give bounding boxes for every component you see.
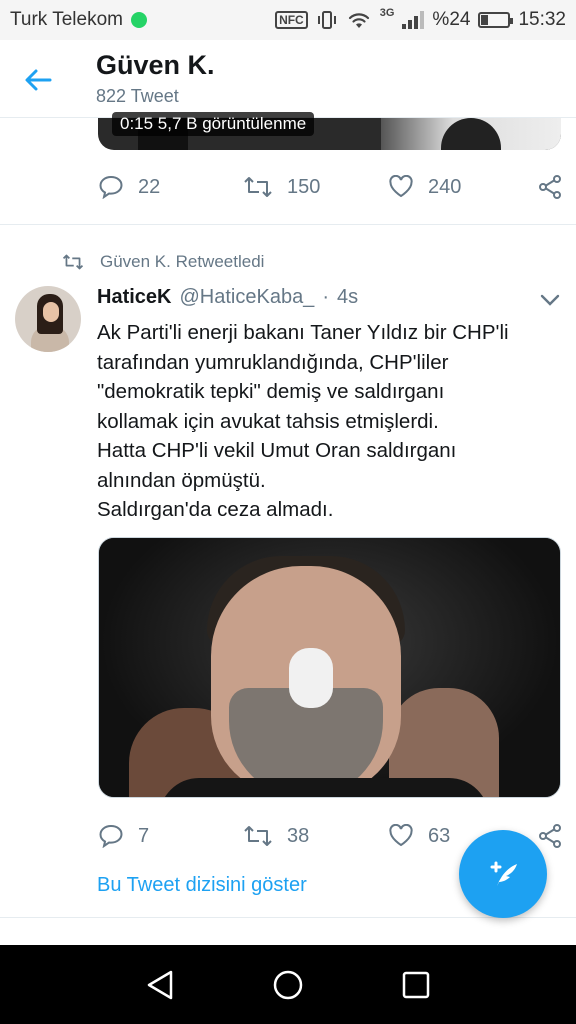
nfc-icon: NFC xyxy=(275,11,308,29)
retweet-icon xyxy=(244,177,272,197)
profile-header: Güven K. 822 Tweet xyxy=(0,40,576,118)
avatar[interactable] xyxy=(15,286,81,352)
signal-icon xyxy=(402,11,425,29)
retweeted-by-label: Güven K. Retweetledi xyxy=(100,252,265,271)
reply-button[interactable]: 7 xyxy=(98,824,243,848)
previous-tweet-actions: 22 150 240 xyxy=(98,172,563,202)
circle-home-icon xyxy=(273,970,303,1000)
nav-home-button[interactable] xyxy=(268,965,308,1005)
retweet-icon xyxy=(244,826,272,846)
reply-button[interactable]: 22 xyxy=(98,175,243,199)
share-button[interactable] xyxy=(537,823,563,849)
tweet-text-line: Ak Parti'li enerji bakanı Taner Yıldız b… xyxy=(97,321,509,344)
battery-icon xyxy=(478,12,514,28)
video-views-badge: 0:15 5,7 B görüntülenme xyxy=(112,112,315,136)
tweet-text-line: kollamak için avukat tahsis etmişlerdi. xyxy=(97,409,439,433)
tweet-text-line: Hatta CHP'li vekil Umut Oran saldırganı xyxy=(97,439,457,462)
reply-icon xyxy=(99,824,123,848)
reply-count: 22 xyxy=(138,175,161,198)
battery-percent: %24 xyxy=(432,9,471,30)
tweet-text: Ak Parti'li enerji bakanı Taner Yıldız b… xyxy=(97,318,557,525)
chevron-down-icon xyxy=(540,294,560,306)
vibrate-icon xyxy=(317,11,336,29)
retweet-icon xyxy=(62,254,84,270)
share-icon xyxy=(539,824,561,848)
retweet-button[interactable]: 38 xyxy=(243,825,388,848)
square-recents-icon xyxy=(402,971,430,999)
tweet-header: HaticeK @HaticeKaba_ · 4s xyxy=(97,286,358,309)
clock: 15:32 xyxy=(518,9,566,30)
arrow-left-icon xyxy=(25,69,52,91)
retweeted-by[interactable]: Güven K. Retweetledi xyxy=(62,252,264,272)
tweet-text-line: "demokratik tepki" demiş ve saldırganı xyxy=(97,380,445,403)
like-button[interactable]: 240 xyxy=(388,175,533,199)
like-count: 63 xyxy=(428,824,451,847)
system-navigation-bar xyxy=(0,945,576,1024)
separator: · xyxy=(322,286,329,308)
tweet-text-line: Saldırgan'da ceza almadı. xyxy=(97,498,334,521)
heart-icon xyxy=(389,824,413,847)
wifi-icon xyxy=(348,13,369,28)
tweet-count: 822 Tweet xyxy=(96,86,179,106)
page-title: Güven K. xyxy=(96,50,215,80)
carrier-label: Turk Telekom xyxy=(10,9,123,30)
retweet-count: 38 xyxy=(287,824,310,847)
reply-count: 7 xyxy=(138,824,150,847)
heart-icon xyxy=(389,175,413,198)
author-handle[interactable]: @HaticeKaba_ xyxy=(179,286,314,309)
author-name[interactable]: HaticeK xyxy=(97,286,171,309)
nav-recents-button[interactable] xyxy=(396,965,436,1005)
compose-tweet-button[interactable] xyxy=(459,830,547,918)
status-bar: Turk Telekom NFC 3G %24 15:32 xyxy=(0,0,576,40)
tweet-divider xyxy=(0,917,576,918)
share-icon xyxy=(539,175,561,199)
like-count: 240 xyxy=(428,175,462,198)
tweet-photo[interactable] xyxy=(98,537,561,798)
tweet-time[interactable]: 4s xyxy=(337,286,358,309)
tweet-text-line: alnından öpmüştü. xyxy=(97,468,266,492)
back-button[interactable] xyxy=(18,60,58,100)
tweet-menu-button[interactable] xyxy=(538,290,562,310)
share-button[interactable] xyxy=(537,174,563,200)
nav-back-button[interactable] xyxy=(140,965,180,1005)
retweet-button[interactable]: 150 xyxy=(243,176,388,199)
reply-icon xyxy=(99,175,123,199)
tweet-divider xyxy=(0,224,576,225)
compose-tweet-icon xyxy=(490,861,517,886)
network-type-label: 3G xyxy=(379,7,395,19)
triangle-back-icon xyxy=(147,970,173,1000)
tweet-text-line: tarafından yumruklandığında, CHP'liler xyxy=(97,350,449,374)
retweet-count: 150 xyxy=(287,175,321,198)
whatsapp-icon xyxy=(130,12,147,28)
show-thread-link[interactable]: Bu Tweet dizisini göster xyxy=(97,874,307,897)
